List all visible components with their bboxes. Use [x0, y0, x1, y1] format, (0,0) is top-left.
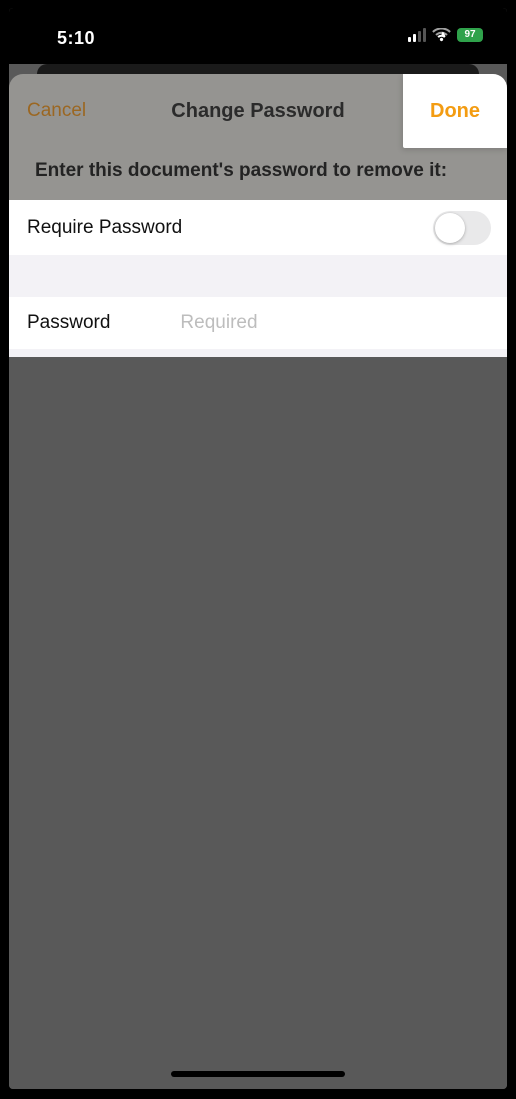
require-password-row: Require Password: [9, 200, 507, 255]
status-indicators: 97: [408, 28, 483, 42]
modal-sheet: Cancel Change Password Done Enter this d…: [9, 74, 507, 357]
home-indicator[interactable]: [171, 1071, 345, 1077]
password-input[interactable]: [180, 312, 489, 334]
section-gap: [9, 255, 507, 297]
section-gap-bottom: [9, 349, 507, 357]
toggle-knob-icon: [435, 213, 465, 243]
sheet-dark-area: [9, 362, 507, 1089]
battery-icon: 97: [457, 28, 483, 42]
cellular-icon: [408, 28, 426, 42]
password-row: Password: [9, 297, 507, 349]
status-bar: 5:10 97: [9, 8, 507, 64]
status-time: 5:10: [57, 28, 95, 49]
cancel-button[interactable]: Cancel: [27, 74, 86, 148]
prompt-text: Enter this document's password to remove…: [9, 148, 507, 200]
require-password-label: Require Password: [27, 217, 182, 239]
password-label: Password: [27, 312, 110, 334]
done-button[interactable]: Done: [403, 74, 507, 148]
wifi-icon: [432, 28, 451, 42]
page-title: Change Password: [171, 100, 344, 123]
require-password-toggle[interactable]: [433, 211, 491, 245]
background-card-peek: [37, 64, 479, 74]
nav-header: Cancel Change Password Done: [9, 74, 507, 148]
